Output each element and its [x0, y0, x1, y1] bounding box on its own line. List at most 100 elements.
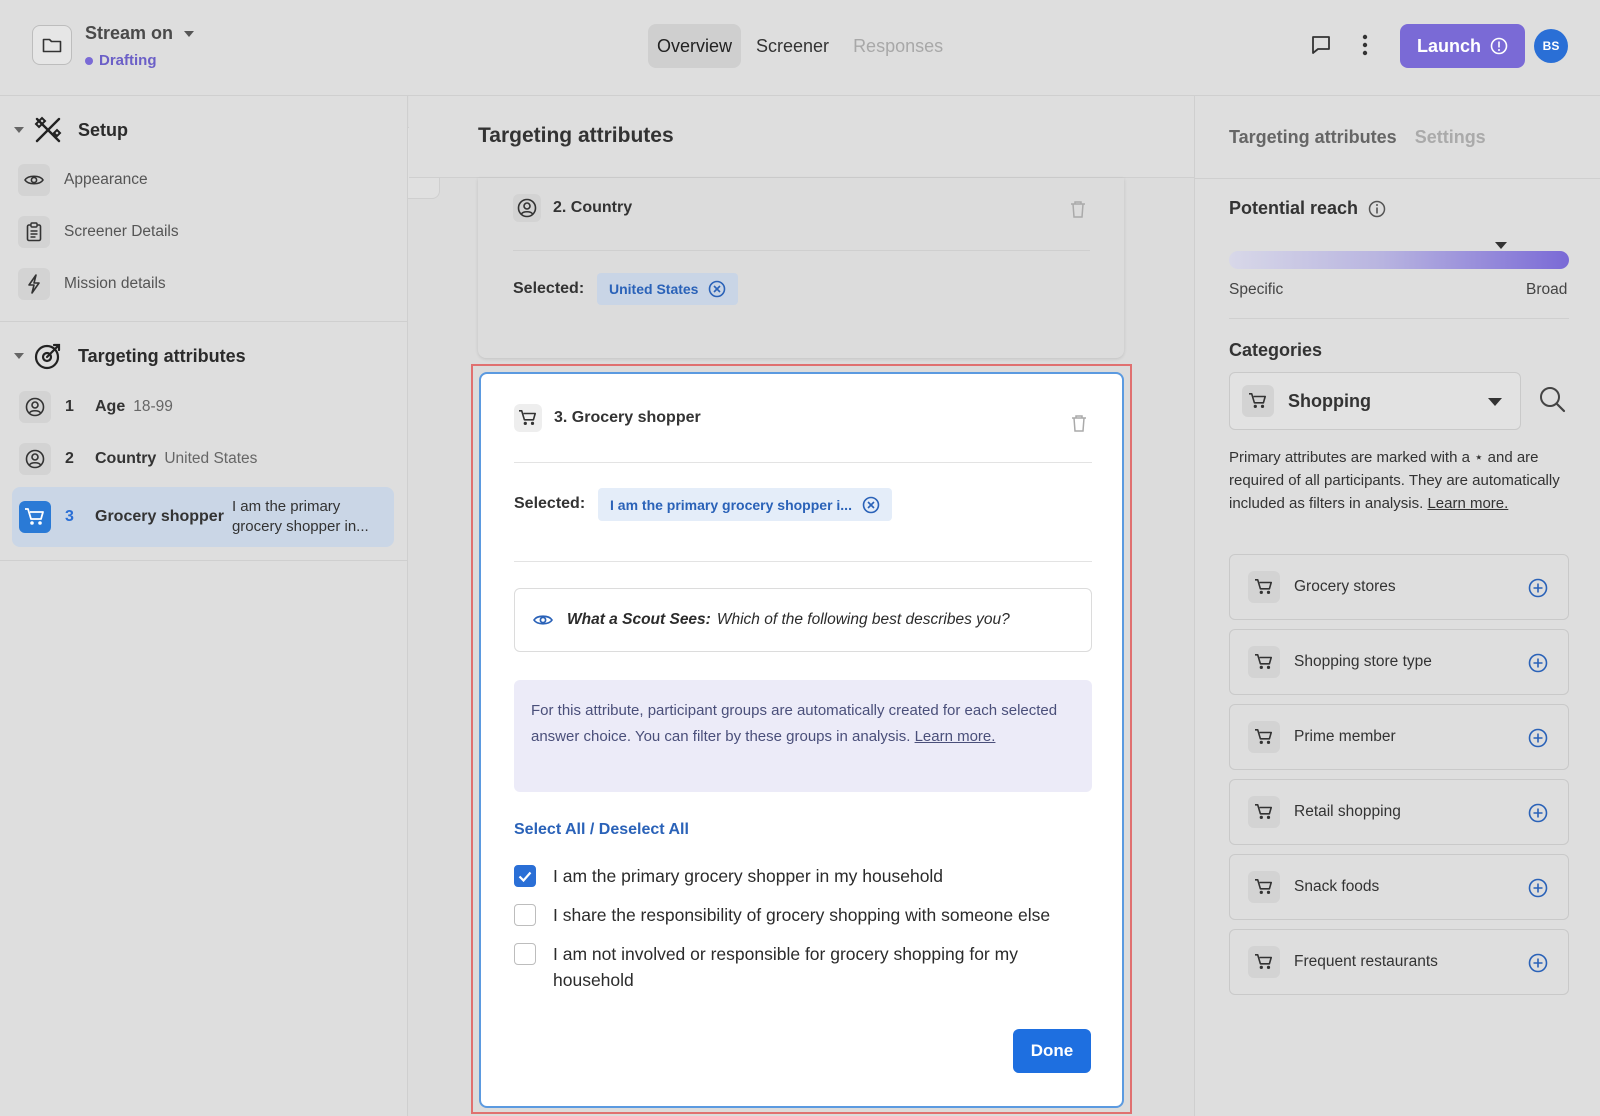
attribute-value: I am the primary grocery shopper in... — [231, 498, 369, 535]
sidebar-item-country[interactable]: 2 Country United States — [12, 443, 394, 475]
check-icon — [518, 871, 532, 882]
category-item-prime-member[interactable]: Prime member — [1229, 704, 1569, 770]
description-text: Primary attributes are marked with a ⋆ a… — [1229, 449, 1560, 512]
launch-button[interactable]: Launch — [1400, 24, 1525, 68]
category-item-frequent-restaurants[interactable]: Frequent restaurants — [1229, 929, 1569, 995]
search-icon[interactable] — [1538, 385, 1566, 413]
person-badge-icon — [19, 391, 51, 423]
category-select[interactable]: Shopping — [1229, 372, 1521, 430]
plus-circle-icon[interactable] — [1528, 728, 1548, 748]
select-all-link[interactable]: Select All / Deselect All — [514, 821, 689, 839]
grocery-card-title-row: 3. Grocery shopper — [514, 404, 701, 432]
eye-icon — [18, 164, 50, 196]
plus-circle-icon[interactable] — [1528, 953, 1548, 973]
clipboard-icon — [18, 216, 50, 248]
attribute-number: 1 — [65, 398, 74, 415]
grocery-attribute-card: 3. Grocery shopper Selected: I am the pr… — [479, 372, 1124, 1108]
cart-icon — [19, 501, 51, 533]
chat-icon[interactable] — [1310, 34, 1332, 56]
reach-bar — [1229, 251, 1569, 269]
cart-icon — [514, 404, 542, 432]
avatar[interactable]: BS — [1534, 29, 1568, 63]
chip-label: I am the primary grocery shopper i... — [610, 496, 852, 513]
checkbox-checked[interactable] — [514, 865, 536, 887]
sidebar-item-label: Appearance — [64, 171, 148, 188]
tab-responses[interactable]: Responses — [844, 24, 952, 68]
project-name[interactable]: Stream on — [85, 23, 195, 44]
tab-settings[interactable]: Settings — [1415, 127, 1486, 148]
grocery-card-title: 3. Grocery shopper — [554, 409, 701, 426]
category-item-retail-shopping[interactable]: Retail shopping — [1229, 779, 1569, 845]
chip-label: United States — [609, 281, 699, 297]
targeting-section-header[interactable]: Targeting attributes — [14, 340, 246, 372]
scout-label: What a Scout Sees: — [567, 611, 711, 628]
selected-chip-grocery: I am the primary grocery shopper i... — [598, 488, 892, 521]
category-item-label: Grocery stores — [1294, 578, 1396, 595]
close-circle-icon[interactable] — [708, 280, 726, 298]
setup-section-header[interactable]: Setup — [14, 114, 128, 146]
cart-icon — [1248, 721, 1280, 753]
category-item-shopping-store-type[interactable]: Shopping store type — [1229, 629, 1569, 695]
option-primary-shopper[interactable]: I am the primary grocery shopper in my h… — [514, 863, 943, 889]
attribute-value: 18-99 — [133, 398, 173, 415]
plus-circle-icon[interactable] — [1528, 878, 1548, 898]
page-title: Targeting attributes — [478, 124, 674, 147]
cart-icon — [1248, 646, 1280, 678]
caret-down-icon — [14, 353, 24, 359]
targeting-title: Targeting attributes — [78, 345, 246, 366]
country-card-title-row: 2. Country — [513, 194, 632, 222]
plus-circle-icon[interactable] — [1528, 653, 1548, 673]
sidebar-item-mission-details[interactable]: Mission details — [18, 268, 166, 300]
option-shared-responsibility[interactable]: I share the responsibility of grocery sh… — [514, 902, 1050, 928]
checkbox[interactable] — [514, 943, 536, 965]
cart-icon — [1248, 796, 1280, 828]
cart-icon — [1242, 385, 1274, 417]
status-badge: Drafting — [85, 52, 157, 69]
cart-icon — [1248, 571, 1280, 603]
learn-more-link[interactable]: Learn more. — [915, 728, 996, 745]
selected-chip-united-states: United States — [597, 273, 739, 305]
sidebar-divider — [0, 560, 408, 561]
tab-screener[interactable]: Screener — [747, 24, 838, 68]
folder-button[interactable] — [32, 25, 72, 65]
sidebar-item-label: Screener Details — [64, 223, 179, 240]
sidebar-item-appearance[interactable]: Appearance — [18, 164, 148, 196]
category-item-grocery-stores[interactable]: Grocery stores — [1229, 554, 1569, 620]
option-not-involved[interactable]: I am not involved or responsible for gro… — [514, 941, 1074, 993]
eye-icon — [533, 615, 553, 625]
sidebar-item-screener-details[interactable]: Screener Details — [18, 216, 179, 248]
reach-min-label: Specific — [1229, 281, 1284, 298]
done-button[interactable]: Done — [1013, 1029, 1091, 1073]
card-divider — [514, 462, 1092, 463]
tab-targeting-attributes[interactable]: Targeting attributes — [1229, 127, 1397, 148]
card-divider — [514, 561, 1092, 562]
left-sidebar — [0, 96, 408, 1116]
category-item-snack-foods[interactable]: Snack foods — [1229, 854, 1569, 920]
alert-circle-icon — [1490, 37, 1508, 55]
category-item-label: Retail shopping — [1294, 803, 1401, 820]
attribute-number: 3 — [65, 508, 74, 525]
learn-more-link[interactable]: Learn more. — [1427, 495, 1508, 512]
tab-overview[interactable]: Overview — [648, 24, 742, 68]
more-vertical-icon[interactable] — [1362, 34, 1368, 56]
plus-circle-icon[interactable] — [1528, 578, 1548, 598]
launch-label: Launch — [1416, 35, 1481, 56]
right-header-divider — [1194, 178, 1600, 179]
info-icon[interactable] — [1368, 200, 1386, 218]
sidebar-item-age[interactable]: 1 Age 18-99 — [12, 391, 394, 423]
sidebar-item-grocery-shopper[interactable]: 3 Grocery shopper I am the primary groce… — [12, 487, 394, 547]
attribute-label: Grocery shopper — [95, 508, 224, 525]
categories-title: Categories — [1229, 340, 1323, 360]
status-text: Drafting — [99, 52, 157, 69]
chevron-down-icon — [184, 30, 195, 37]
category-item-label: Shopping store type — [1294, 653, 1432, 670]
trash-icon[interactable] — [1070, 200, 1086, 218]
plus-circle-icon[interactable] — [1528, 803, 1548, 823]
close-circle-icon[interactable] — [862, 496, 880, 514]
trash-icon[interactable] — [1071, 414, 1087, 432]
setup-title: Setup — [78, 119, 129, 140]
checkbox[interactable] — [514, 904, 536, 926]
person-badge-icon — [19, 443, 51, 475]
header-tabs: Overview Screener Responses — [648, 24, 952, 68]
chevron-down-icon — [1488, 398, 1502, 406]
